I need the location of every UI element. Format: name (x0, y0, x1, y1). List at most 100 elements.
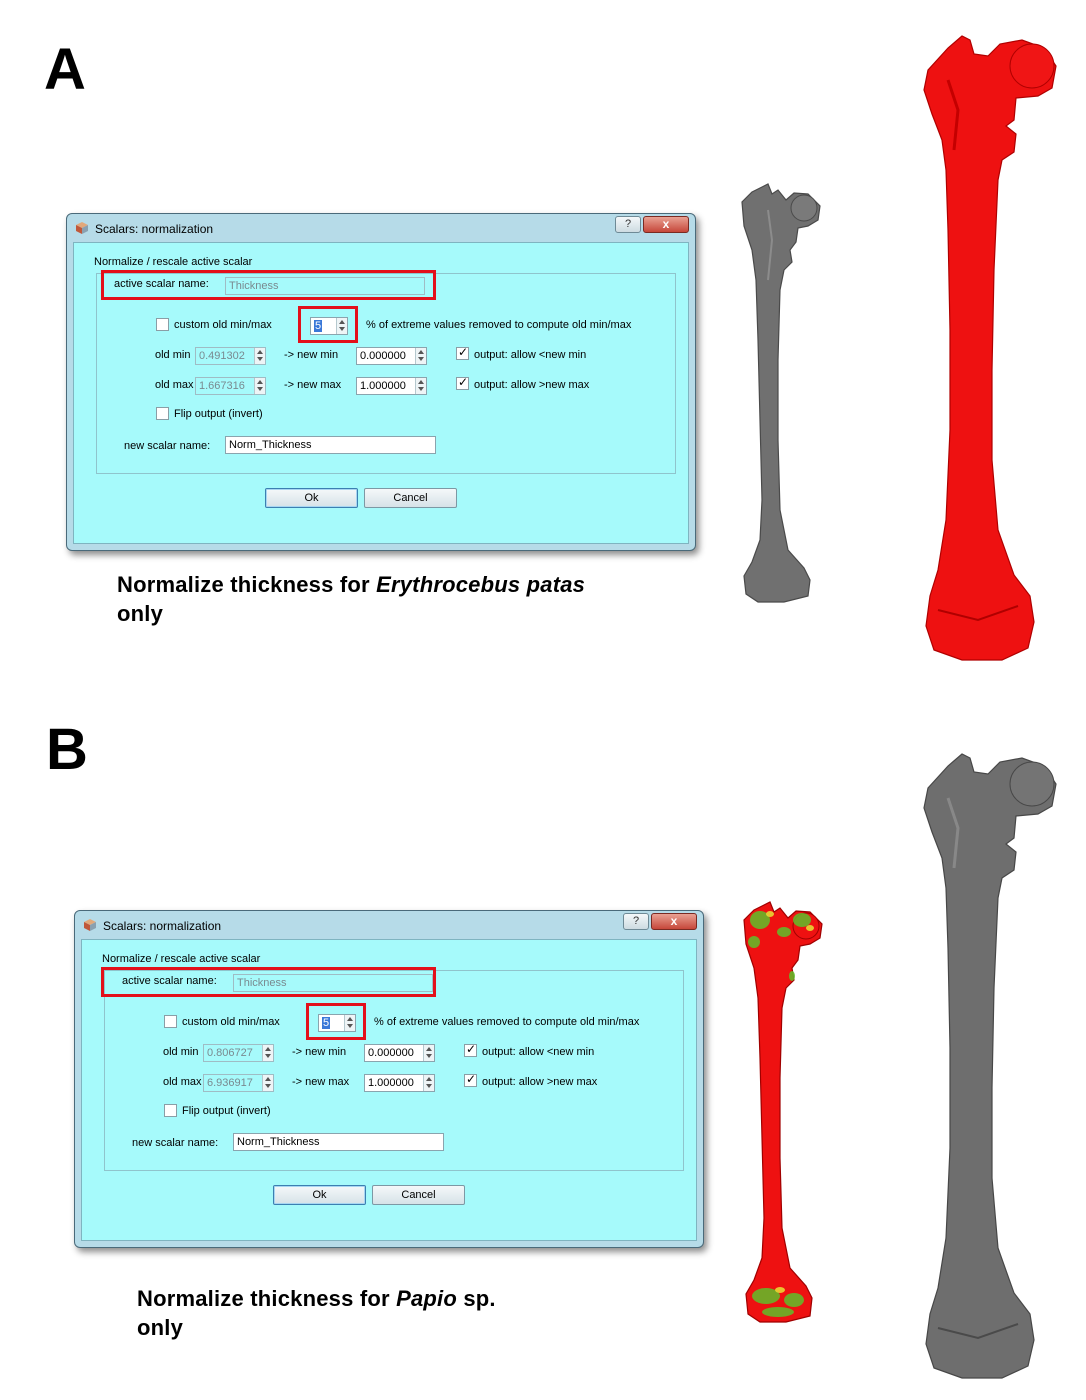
panel-letter-a: A (44, 37, 86, 102)
old-max-spinbox[interactable]: 1.667316 (195, 377, 266, 395)
caption-prefix: Normalize thickness for (137, 1286, 397, 1311)
dialog-titlebar[interactable]: Scalars: normalization ? x (67, 214, 695, 242)
caption-species: Erythrocebus patas (376, 572, 586, 597)
new-max-value: 1.000000 (368, 1077, 414, 1089)
custom-minmax-label: custom old min/max (174, 319, 272, 331)
checkmark-icon: ✓ (466, 1042, 477, 1056)
caption-species: Papio (396, 1286, 458, 1311)
checkmark-icon: ✓ (466, 1072, 477, 1086)
custom-minmax-checkbox[interactable] (164, 1015, 177, 1028)
caption-prefix: Normalize thickness for (117, 572, 377, 597)
new-scalar-label: new scalar name: (132, 1137, 219, 1149)
percent-label: % of extreme values removed to compute o… (374, 1016, 640, 1028)
normalization-dialog-a: Scalars: normalization ? x Normalize / r… (66, 213, 696, 551)
spin-arrows-icon[interactable] (423, 1075, 434, 1091)
allow-above-label: output: allow >new max (474, 379, 590, 391)
old-max-value: 1.667316 (199, 380, 245, 392)
old-min-value: 0.491302 (199, 350, 245, 362)
allow-below-label: output: allow <new min (482, 1046, 595, 1058)
section-label: Normalize / rescale active scalar (94, 256, 253, 268)
old-min-spinbox[interactable]: 0.491302 (195, 347, 266, 365)
custom-minmax-checkbox[interactable] (156, 318, 169, 331)
old-min-spinbox[interactable]: 0.806727 (203, 1044, 274, 1062)
femur-shape (923, 753, 1057, 1379)
allow-above-label: output: allow >new max (482, 1076, 598, 1088)
spin-arrows-icon[interactable] (262, 1045, 273, 1061)
new-min-value: 0.000000 (368, 1047, 414, 1059)
dialog-title: Scalars: normalization (95, 222, 214, 236)
spin-arrows-icon[interactable] (262, 1075, 273, 1091)
new-scalar-field[interactable]: Norm_Thickness (225, 436, 436, 454)
checkmark-icon: ✓ (458, 345, 469, 359)
caption-line2: only (137, 1315, 184, 1340)
normalization-dialog-b: Scalars: normalization ? x Normalize / r… (74, 910, 704, 1248)
femur-shape (743, 901, 823, 1323)
dialog-title: Scalars: normalization (103, 919, 222, 933)
allow-below-checkbox[interactable]: ✓ (456, 345, 469, 360)
ok-button[interactable]: Ok (265, 488, 358, 508)
spin-arrows-icon[interactable] (415, 348, 426, 364)
new-min-value: 0.000000 (360, 350, 406, 362)
femur-shape (741, 183, 821, 603)
app-cube-icon (76, 222, 88, 234)
dialog-titlebar[interactable]: Scalars: normalization ? x (75, 911, 703, 939)
spin-arrows-icon[interactable] (254, 348, 265, 364)
large-femur-a (923, 35, 1057, 661)
cancel-button[interactable]: Cancel (372, 1185, 465, 1205)
close-button[interactable]: x (651, 913, 697, 930)
new-min-label: -> new min (284, 349, 339, 361)
small-femur-b (743, 901, 823, 1323)
new-max-label: -> new max (284, 379, 342, 391)
caption-suffix: sp. (457, 1286, 496, 1311)
caption-line2: only (117, 601, 164, 626)
section-label: Normalize / rescale active scalar (102, 953, 261, 965)
caption-b: Normalize thickness for Papio sp. only (137, 1284, 496, 1342)
allow-above-checkbox[interactable]: ✓ (464, 1072, 477, 1087)
allow-below-label: output: allow <new min (474, 349, 587, 361)
caption-a: Normalize thickness for Erythrocebus pat… (117, 570, 585, 628)
new-max-value: 1.000000 (360, 380, 406, 392)
new-max-spinbox[interactable]: 1.000000 (364, 1074, 435, 1092)
highlight-box-percent (298, 306, 358, 343)
old-max-value: 6.936917 (207, 1077, 253, 1089)
old-max-spinbox[interactable]: 6.936917 (203, 1074, 274, 1092)
allow-above-checkbox[interactable]: ✓ (456, 375, 469, 390)
dialog-client-area: Normalize / rescale active scalar active… (81, 939, 697, 1241)
cancel-button[interactable]: Cancel (364, 488, 457, 508)
help-button[interactable]: ? (623, 913, 649, 930)
old-min-value: 0.806727 (207, 1047, 253, 1059)
spin-arrows-icon[interactable] (254, 378, 265, 394)
new-max-label: -> new max (292, 1076, 350, 1088)
help-button[interactable]: ? (615, 216, 641, 233)
close-button[interactable]: x (643, 216, 689, 233)
spin-arrows-icon[interactable] (415, 378, 426, 394)
flip-output-checkbox[interactable] (164, 1104, 177, 1117)
flip-output-checkbox[interactable] (156, 407, 169, 420)
new-scalar-label: new scalar name: (124, 440, 211, 452)
old-max-label: old max (155, 379, 194, 391)
percent-label: % of extreme values removed to compute o… (366, 319, 632, 331)
dialog-client-area: Normalize / rescale active scalar active… (73, 242, 689, 544)
flip-output-label: Flip output (invert) (182, 1105, 271, 1117)
small-femur-a (741, 183, 821, 603)
allow-below-checkbox[interactable]: ✓ (464, 1042, 477, 1057)
old-min-label: old min (155, 349, 191, 361)
panel-letter-b: B (46, 717, 88, 782)
femur-shape (923, 35, 1057, 661)
new-min-label: -> new min (292, 1046, 347, 1058)
flip-output-label: Flip output (invert) (174, 408, 263, 420)
app-cube-icon (84, 919, 96, 931)
large-femur-b (923, 753, 1057, 1379)
highlight-box-scalar (101, 967, 436, 997)
highlight-box-scalar (101, 270, 436, 300)
new-scalar-field[interactable]: Norm_Thickness (233, 1133, 444, 1151)
old-min-label: old min (163, 1046, 199, 1058)
ok-button[interactable]: Ok (273, 1185, 366, 1205)
new-min-spinbox[interactable]: 0.000000 (356, 347, 427, 365)
highlight-box-percent (306, 1003, 366, 1040)
new-max-spinbox[interactable]: 1.000000 (356, 377, 427, 395)
old-max-label: old max (163, 1076, 202, 1088)
checkmark-icon: ✓ (458, 375, 469, 389)
new-min-spinbox[interactable]: 0.000000 (364, 1044, 435, 1062)
spin-arrows-icon[interactable] (423, 1045, 434, 1061)
